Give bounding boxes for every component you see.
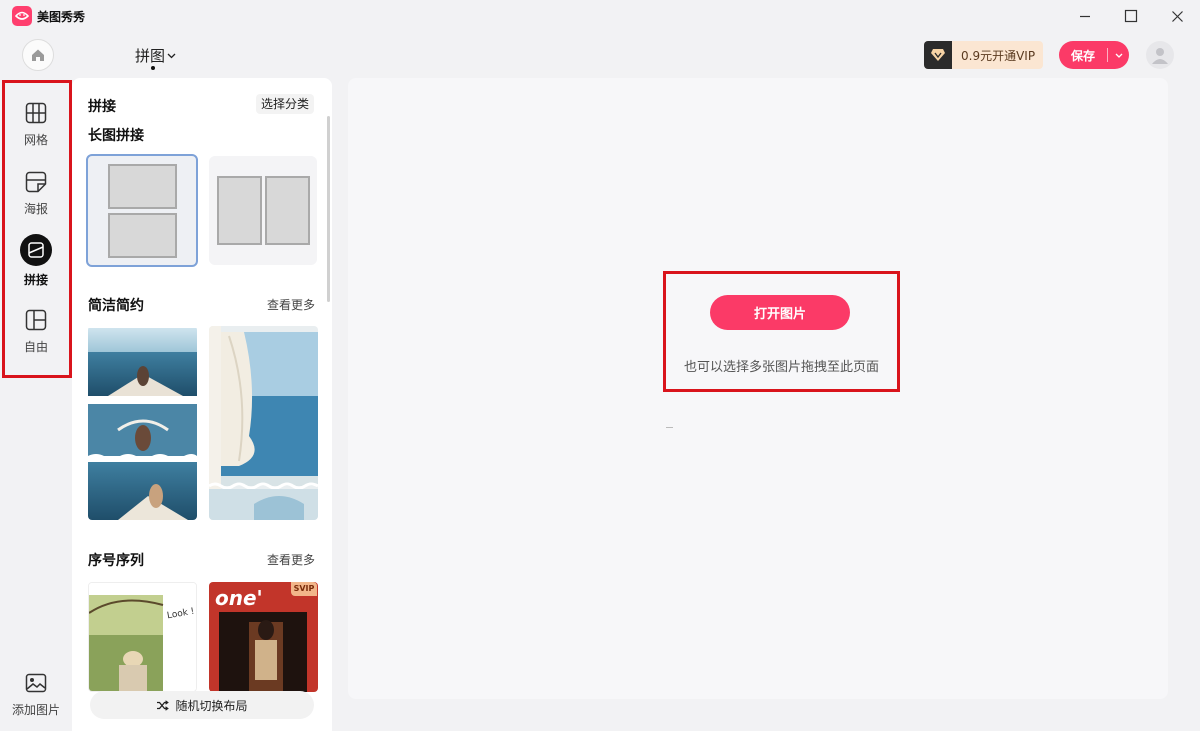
tile	[265, 176, 310, 245]
mode-selector[interactable]: 拼图	[135, 45, 176, 66]
diamond-icon	[924, 41, 952, 69]
shuffle-layout-label: 随机切换布局	[175, 698, 248, 713]
user-icon	[1152, 48, 1168, 64]
mode-indicator-dot	[151, 66, 155, 70]
app-name: 美图秀秀	[37, 10, 86, 24]
shuffle-layout-button[interactable]: 随机切换布局	[90, 691, 314, 719]
drop-hint-text: 也可以选择多张图片拖拽至此页面	[683, 360, 879, 375]
save-label: 保存	[1071, 48, 1096, 63]
view-more-link-numbered[interactable]: 查看更多	[267, 551, 315, 568]
chevron-down-icon	[1115, 53, 1122, 58]
minimize-icon	[1080, 15, 1090, 18]
highlight-box-left	[2, 80, 72, 378]
save-options-dropdown[interactable]	[1108, 53, 1129, 58]
user-avatar[interactable]	[1146, 41, 1174, 69]
chevron-down-icon	[167, 53, 176, 58]
minimize-button[interactable]	[1070, 4, 1100, 28]
section-title-long-stitch: 长图拼接	[88, 128, 144, 144]
image-icon	[23, 670, 49, 696]
home-button[interactable]	[22, 39, 54, 71]
title-bar: 美图秀秀	[0, 0, 1200, 32]
card-title-text: one'	[215, 586, 263, 610]
canvas-mark	[666, 427, 673, 428]
save-button[interactable]: 保存	[1059, 41, 1129, 69]
home-icon	[32, 49, 44, 61]
template-vertical-stitch[interactable]	[86, 154, 198, 267]
svip-badge: SVIP	[291, 582, 317, 596]
template-thumbnail-curtain[interactable]	[209, 326, 318, 520]
panel-title: 拼接	[88, 99, 116, 115]
maximize-icon	[1124, 9, 1138, 23]
close-icon	[1171, 10, 1183, 22]
tile	[108, 164, 177, 209]
view-more-link-simple[interactable]: 查看更多	[267, 296, 315, 313]
template-panel: 拼接 选择分类 长图拼接 简洁简约 查看更多 序号序列 查看更多 Look ! …	[72, 78, 332, 731]
tile	[217, 176, 262, 245]
tile	[108, 213, 177, 258]
section-title-numbered: 序号序列	[88, 553, 144, 569]
open-image-button[interactable]: 打开图片	[710, 295, 850, 330]
add-photo-button[interactable]: 添加图片	[6, 670, 66, 718]
maximize-button[interactable]	[1116, 4, 1146, 28]
mode-title: 拼图	[135, 47, 166, 65]
shuffle-icon	[157, 699, 170, 711]
template-thumbnail-ocean-collage[interactable]	[88, 326, 197, 520]
panel-scrollbar[interactable]	[327, 116, 330, 302]
template-thumbnail-look[interactable]: Look !	[88, 582, 197, 692]
template-horizontal-stitch[interactable]	[209, 156, 317, 265]
vip-promo-button[interactable]: 0.9元开通VIP	[924, 41, 1043, 69]
close-button[interactable]	[1162, 4, 1192, 28]
template-thumbnail-one[interactable]: one' SVIP	[209, 582, 318, 692]
vip-promo-label: 0.9元开通VIP	[961, 48, 1036, 63]
add-photo-label: 添加图片	[11, 703, 60, 717]
app-logo	[12, 6, 32, 26]
section-title-simple: 简洁简约	[88, 298, 144, 314]
select-category-button[interactable]: 选择分类	[256, 94, 315, 114]
